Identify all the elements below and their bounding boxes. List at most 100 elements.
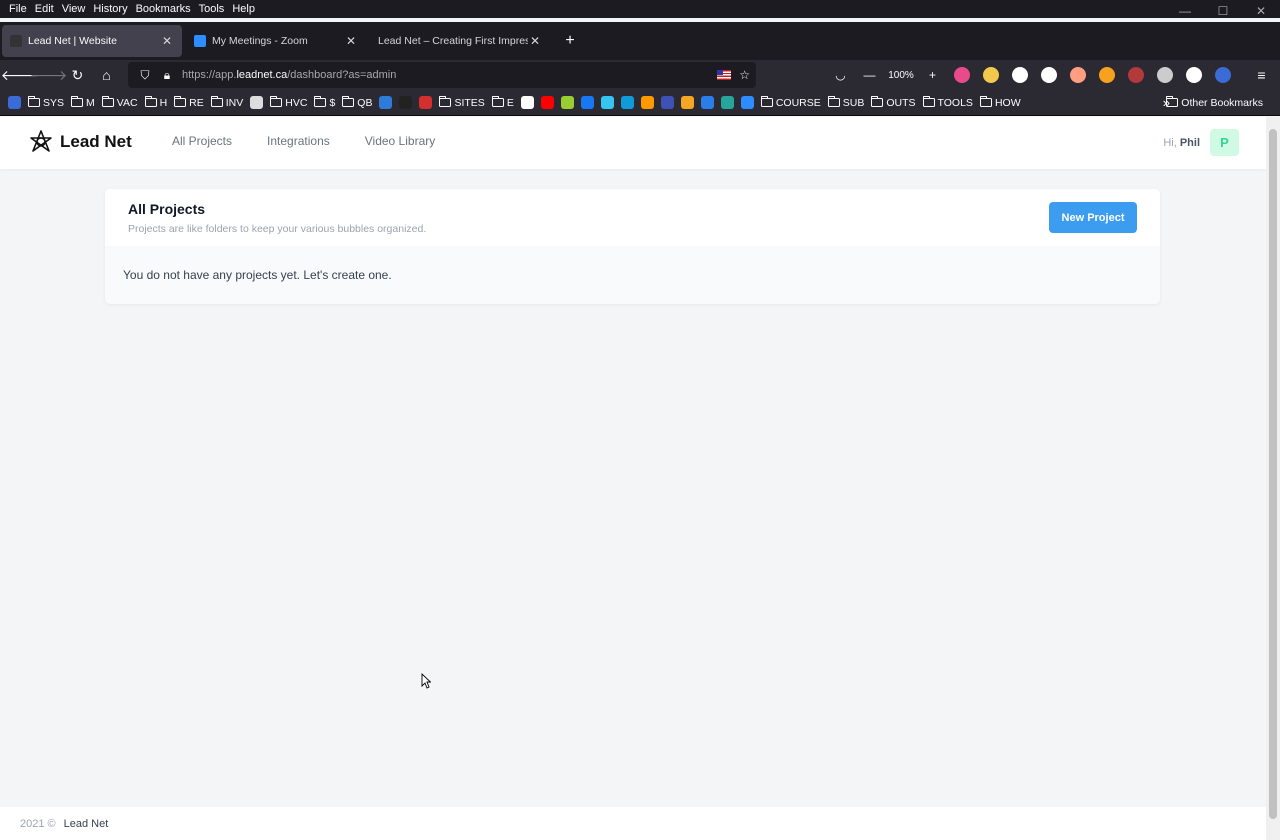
menu-list: File Edit View History Bookmarks Tools Help <box>0 1 259 17</box>
bookmark-0[interactable] <box>8 96 21 109</box>
extension-7-icon[interactable] <box>1128 67 1144 83</box>
url-text[interactable]: https://app.leadnet.ca/dashboard?as=admi… <box>182 69 396 81</box>
bookmark-16[interactable] <box>520 96 534 109</box>
bookmark-22[interactable] <box>640 96 654 109</box>
bookmark-star-icon[interactable]: ☆ <box>739 68 750 82</box>
menu-item-view[interactable]: View <box>58 1 90 17</box>
close-tab-icon[interactable]: ✕ <box>344 34 358 48</box>
empty-state-message: You do not have any projects yet. Let's … <box>123 268 392 282</box>
extension-4-icon[interactable] <box>1041 67 1057 83</box>
extension-9-icon[interactable] <box>1186 67 1202 83</box>
bookmark-folder-tools[interactable]: TOOLS <box>922 96 973 109</box>
folder-icon <box>210 96 223 107</box>
nav-all-projects[interactable]: All Projects <box>172 134 232 148</box>
bookmark-folder-sys[interactable]: SYS <box>28 96 64 109</box>
us-flag-icon[interactable] <box>717 70 732 80</box>
bookmark-26[interactable] <box>720 96 734 109</box>
tab-lead-net-first-impression[interactable]: Lead Net – Creating First Impression ✕ <box>370 25 550 57</box>
bookmark-21[interactable] <box>620 96 634 109</box>
bookmark-18[interactable] <box>560 96 574 109</box>
extension-8-icon[interactable] <box>1157 67 1173 83</box>
zoom-level[interactable]: 100% <box>884 70 918 81</box>
bookmark-favicon-icon <box>740 96 754 109</box>
forward-icon[interactable]: 🡒 <box>30 62 68 88</box>
extension-3-icon[interactable] <box>1012 67 1028 83</box>
bookmark-27[interactable] <box>740 96 754 109</box>
nav-integrations[interactable]: Integrations <box>267 134 330 148</box>
brand-logo[interactable]: Lead Net <box>29 129 132 155</box>
zoom-in-icon[interactable]: + <box>918 68 947 82</box>
bookmark-favicon-icon <box>600 96 614 109</box>
bookmark-label: $ <box>329 96 336 109</box>
page-scrollbar[interactable] <box>1266 117 1280 840</box>
other-bookmarks-folder[interactable]: Other Bookmarks <box>1166 96 1263 109</box>
bookmark-favicon-icon <box>560 96 574 109</box>
navigation-toolbar: 🡐 🡒 ↻ ⌂ ⛉ 🔒︎ https://app.leadnet.ca/dash… <box>0 60 1280 90</box>
scrollbar-thumb[interactable] <box>1269 129 1277 819</box>
bookmark-12[interactable] <box>399 96 413 109</box>
close-tab-icon[interactable]: ✕ <box>160 34 174 48</box>
bookmark-23[interactable] <box>660 96 674 109</box>
bookmark-folder-m[interactable]: M <box>71 96 95 109</box>
home-icon[interactable]: ⌂ <box>92 62 121 88</box>
extension-6-icon[interactable] <box>1099 67 1115 83</box>
minimize-icon[interactable]: — <box>1166 0 1204 22</box>
bookmark-folder-re[interactable]: RE <box>174 96 204 109</box>
reload-icon[interactable]: ↻ <box>63 62 92 88</box>
avatar[interactable]: P <box>1210 129 1239 156</box>
extension-5-icon[interactable] <box>1070 67 1086 83</box>
zoom-favicon-icon <box>194 35 206 47</box>
bookmark-7[interactable] <box>250 96 264 109</box>
bookmark-folder-hvc[interactable]: HVC <box>270 96 307 109</box>
url-bar[interactable]: ⛉ 🔒︎ https://app.leadnet.ca/dashboard?as… <box>128 62 756 88</box>
bookmark-19[interactable] <box>580 96 594 109</box>
extension-10-icon[interactable] <box>1215 67 1231 83</box>
bookmark-13[interactable] <box>419 96 433 109</box>
bookmark-folder-sub[interactable]: SUB <box>827 96 864 109</box>
folder-icon <box>270 96 283 107</box>
bookmark-folder-inv[interactable]: INV <box>210 96 243 109</box>
bookmark-folder-e[interactable]: E <box>491 96 514 109</box>
bookmark-favicon-icon <box>640 96 654 109</box>
maximize-icon[interactable]: ☐ <box>1204 0 1242 22</box>
lock-icon[interactable]: 🔒︎ <box>156 68 178 83</box>
extension-2-icon[interactable] <box>983 67 999 83</box>
bookmark-17[interactable] <box>540 96 554 109</box>
menu-item-history[interactable]: History <box>89 1 131 17</box>
web-page: Lead Net All Projects Integrations Video… <box>0 117 1266 840</box>
bookmark-folder-sites[interactable]: SITES <box>439 96 485 109</box>
bookmark-folder-outs[interactable]: OUTS <box>871 96 916 109</box>
pocket-icon[interactable]: ◡ <box>826 68 855 82</box>
hamburger-menu-icon[interactable]: ≡ <box>1247 62 1276 88</box>
menu-item-help[interactable]: Help <box>228 1 259 17</box>
bookmark-favicon-icon <box>399 96 413 109</box>
bookmark-folder-how[interactable]: HOW <box>979 96 1021 109</box>
tracking-shield-icon[interactable]: ⛉ <box>134 68 156 83</box>
lead-net-logo-icon <box>30 130 52 152</box>
bookmark-25[interactable] <box>700 96 714 109</box>
close-tab-icon[interactable]: ✕ <box>528 34 542 48</box>
tab-my-meetings-zoom[interactable]: My Meetings - Zoom ✕ <box>186 25 366 57</box>
tab-lead-net-website[interactable]: Lead Net | Website ✕ <box>2 25 182 57</box>
zoom-out-icon[interactable]: — <box>855 68 884 82</box>
user-menu[interactable]: Hi, Phil P <box>1163 129 1239 156</box>
nav-video-library[interactable]: Video Library <box>365 134 436 148</box>
bookmark-folder-[interactable]: $ <box>314 96 336 109</box>
bookmark-20[interactable] <box>600 96 614 109</box>
menu-item-tools[interactable]: Tools <box>195 1 229 17</box>
extension-1-icon[interactable] <box>954 67 970 83</box>
close-window-icon[interactable]: ✕ <box>1242 0 1280 22</box>
bookmark-11[interactable] <box>379 96 393 109</box>
menu-item-bookmarks[interactable]: Bookmarks <box>132 1 195 17</box>
folder-icon <box>491 96 504 107</box>
bookmark-folder-vac[interactable]: VAC <box>101 96 138 109</box>
bookmark-folder-qb[interactable]: QB <box>342 96 372 109</box>
footer-brand-link[interactable]: Lead Net <box>64 818 109 830</box>
bookmark-folder-h[interactable]: H <box>144 96 167 109</box>
menu-item-edit[interactable]: Edit <box>31 1 58 17</box>
bookmark-folder-course[interactable]: COURSE <box>760 96 821 109</box>
new-tab-icon[interactable]: + <box>558 32 582 50</box>
bookmark-24[interactable] <box>680 96 694 109</box>
new-project-button[interactable]: New Project <box>1049 202 1137 233</box>
menu-item-file[interactable]: File <box>5 1 31 17</box>
